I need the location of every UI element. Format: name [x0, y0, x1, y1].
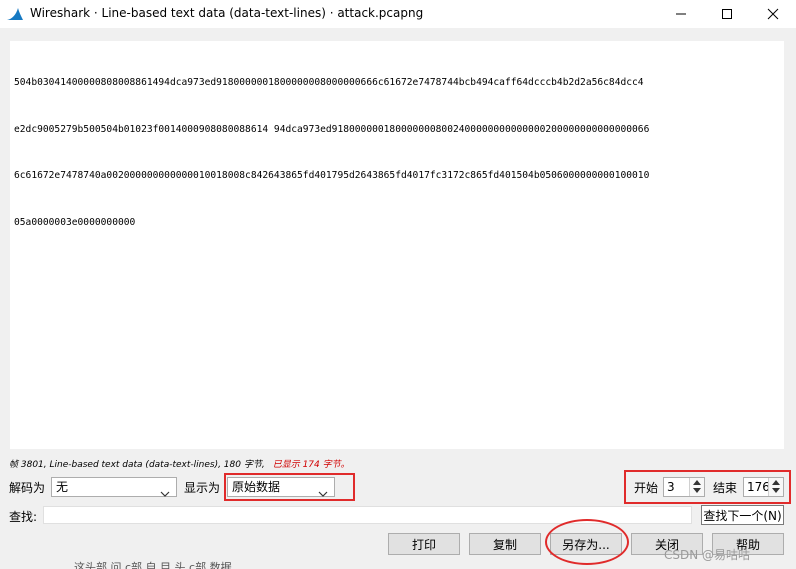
frame-info-text: 帧 3801, Line-based text data (data-text-…: [9, 460, 265, 470]
window-title: Wireshark · Line-based text data (data-t…: [30, 6, 424, 20]
bytes-shown-text: 已显示 174 字节。: [272, 460, 350, 470]
end-value: 176: [747, 480, 770, 494]
background-page-text: 这头部 问 c部 自 目 头 c部 数据: [74, 561, 232, 569]
show-as-value: 原始数据: [232, 480, 281, 494]
show-as-label: 显示为: [184, 481, 221, 495]
spin-up-icon[interactable]: [693, 480, 701, 485]
end-label: 结束: [713, 481, 738, 495]
show-as-select[interactable]: 原始数据: [227, 477, 335, 497]
spin-arrows[interactable]: [768, 478, 783, 496]
hex-line: 504b03041400000808008861494dca973ed91800…: [14, 77, 644, 88]
end-spinbox[interactable]: 176: [743, 477, 784, 497]
raw-data-text-area[interactable]: 504b03041400000808008861494dca973ed91800…: [10, 41, 784, 449]
print-button[interactable]: 打印: [388, 533, 460, 555]
status-line: 帧 3801, Line-based text data (data-text-…: [9, 457, 350, 470]
spin-arrows[interactable]: [689, 478, 704, 496]
hex-line: 6c61672e7478740a002000000000000010018008…: [14, 170, 650, 181]
close-window-button[interactable]: [750, 0, 796, 28]
spin-down-icon[interactable]: [772, 488, 780, 493]
find-next-button[interactable]: 查找下一个(N): [701, 505, 784, 525]
maximize-button[interactable]: [704, 0, 750, 28]
spin-up-icon[interactable]: [772, 480, 780, 485]
spin-down-icon[interactable]: [693, 488, 701, 493]
decode-as-value: 无: [56, 480, 69, 494]
copy-button[interactable]: 复制: [469, 533, 541, 555]
find-label: 查找:: [9, 510, 38, 524]
decode-as-label: 解码为: [9, 481, 46, 495]
start-spinbox[interactable]: 3: [663, 477, 705, 497]
chevron-down-icon: [160, 484, 170, 502]
hex-line: 05a0000003e0000000000: [14, 216, 136, 228]
chevron-down-icon: [318, 484, 328, 502]
watermark-text: CSDN @易咕咕: [664, 548, 751, 562]
dialog-window: Wireshark · Line-based text data (data-t…: [0, 0, 796, 569]
start-value: 3: [667, 480, 675, 494]
decode-as-select[interactable]: 无: [51, 477, 177, 497]
minimize-button[interactable]: [658, 0, 704, 28]
start-label: 开始: [634, 481, 659, 495]
title-bar: Wireshark · Line-based text data (data-t…: [0, 0, 796, 28]
save-as-button[interactable]: 另存为...: [550, 533, 622, 555]
find-input[interactable]: [43, 506, 692, 524]
wireshark-fin-icon: [6, 6, 24, 22]
hex-line: e2dc9005279b500504b01023f001400090808008…: [14, 123, 650, 135]
